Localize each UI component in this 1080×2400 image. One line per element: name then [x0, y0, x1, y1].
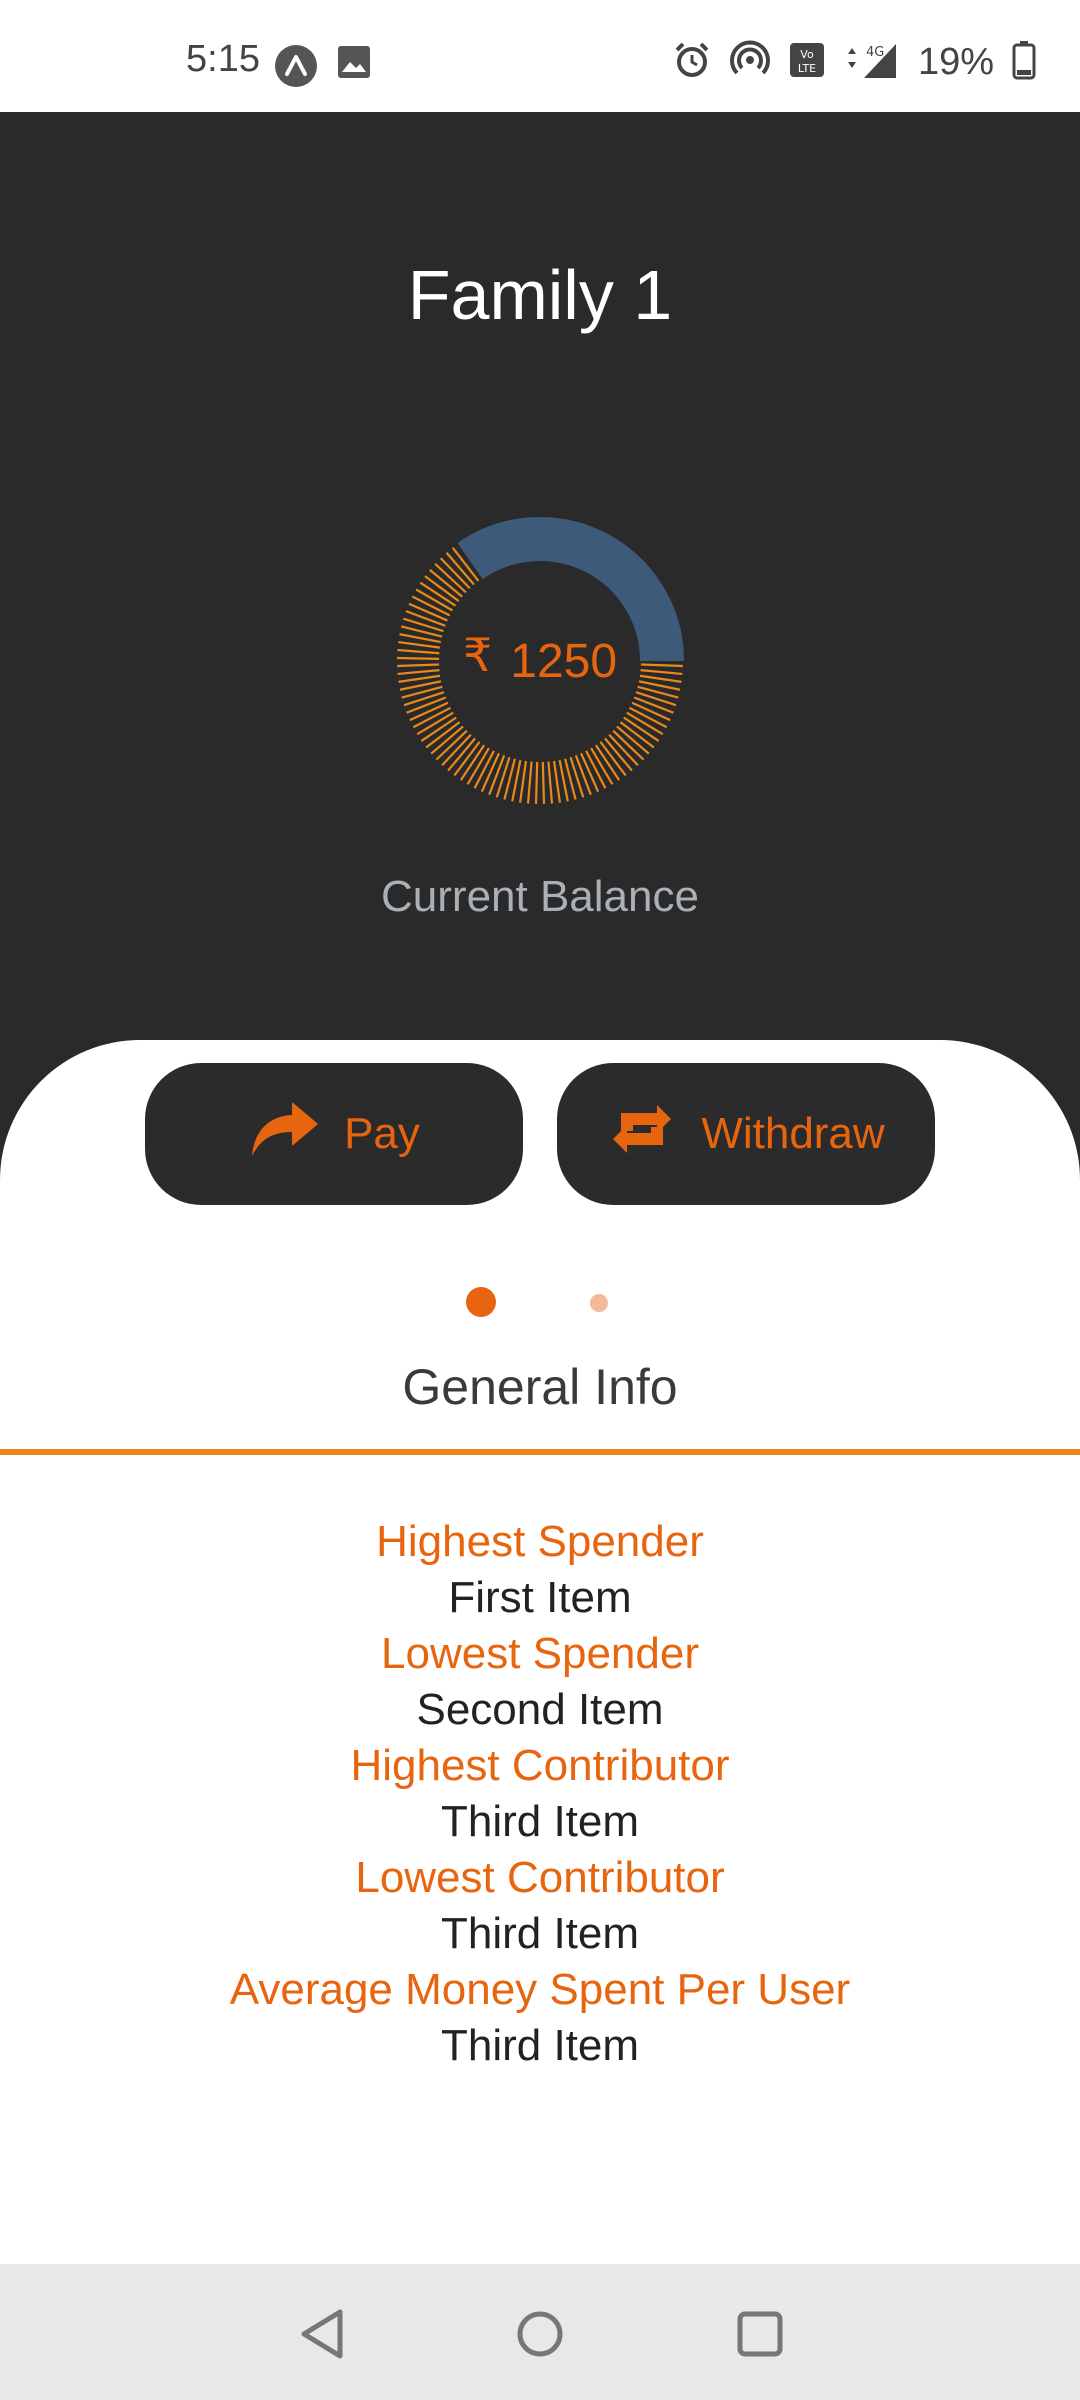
battery-icon [1012, 40, 1036, 85]
rupee-icon: ₹ [462, 629, 493, 681]
repeat-icon [607, 1101, 677, 1168]
section-divider [0, 1449, 1080, 1455]
info-label: Highest Contributor [350, 1741, 730, 1790]
balance-label: Current Balance [381, 872, 699, 921]
info-label: Lowest Spender [381, 1629, 699, 1678]
battery-percent: 19% [917, 41, 994, 83]
withdraw-button[interactable]: Withdraw [557, 1063, 935, 1205]
alarm-icon [672, 40, 712, 85]
info-label: Average Money Spent Per User [229, 1965, 851, 2014]
withdraw-label: Withdraw [701, 1109, 885, 1158]
info-value: Third Item [440, 1797, 640, 1846]
back-icon[interactable] [292, 2304, 352, 2364]
info-value: Second Item [416, 1685, 664, 1734]
info-label: Highest Spender [376, 1517, 704, 1566]
section-title: General Info [402, 1359, 678, 1415]
system-nav-bar [0, 2264, 1080, 2400]
info-value: Third Item [440, 2021, 640, 2070]
status-time: 5:15 [186, 38, 260, 80]
signal-4g-icon: 4G [844, 40, 900, 85]
app-notification-icon [274, 44, 318, 93]
share-arrow-icon [248, 1098, 320, 1171]
info-value: First Item [448, 1573, 632, 1622]
recents-icon[interactable] [730, 2304, 790, 2364]
volte-icon: Vo LTE [788, 41, 826, 84]
info-value: Third Item [440, 1909, 640, 1958]
svg-text:LTE: LTE [798, 62, 816, 75]
info-label: Lowest Contributor [355, 1853, 725, 1902]
balance-amount: ₹ 1250 [396, 517, 684, 805]
svg-text:4G: 4G [866, 45, 884, 60]
page-dot[interactable] [590, 1294, 608, 1312]
balance-value: 1250 [510, 634, 618, 688]
image-icon [336, 44, 372, 93]
pay-button[interactable]: Pay [145, 1063, 523, 1205]
page-title: Family 1 [407, 256, 673, 334]
home-icon[interactable] [510, 2304, 570, 2364]
pay-label: Pay [344, 1109, 420, 1158]
general-info-list: Highest Spender First Item Lowest Spende… [0, 1514, 1080, 2074]
page-dot-active[interactable] [466, 1287, 496, 1317]
hotspot-icon [729, 40, 770, 85]
page-indicator [0, 1287, 1080, 1319]
svg-text:Vo: Vo [800, 48, 814, 61]
status-bar: 5:15 Vo LTE 4G 19% [0, 0, 1080, 112]
